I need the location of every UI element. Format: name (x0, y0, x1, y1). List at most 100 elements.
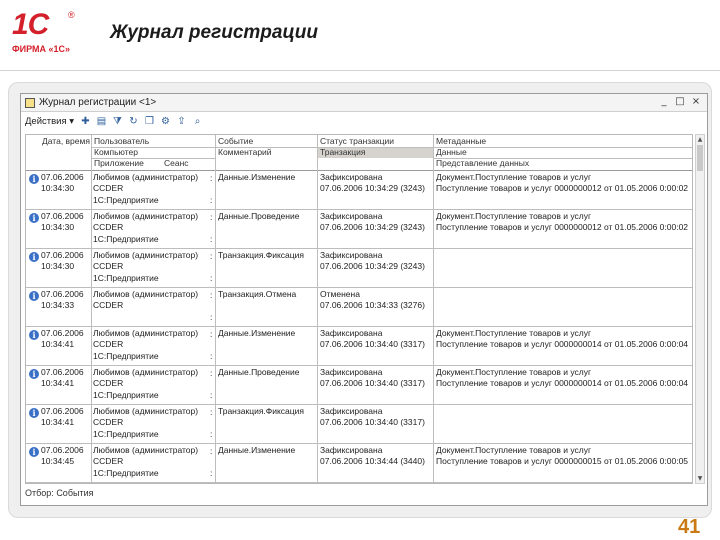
cell-event: Данные.Изменение (218, 172, 296, 182)
cell-transaction: 07.06.2006 10:34:29 (3243) (320, 222, 425, 232)
cell-user: Любимов (администратор) (93, 250, 199, 260)
table-row[interactable]: i 07.06.2006 10:34:41 Любимов (администрато… (26, 405, 692, 444)
cell-computer: CCDER (93, 417, 124, 427)
scroll-thumb[interactable] (697, 145, 703, 171)
col-session[interactable]: Сеанс (162, 158, 216, 169)
cell-time: 10:34:30 (41, 222, 75, 232)
table-row[interactable]: i 07.06.2006 10:34:41 Любимов (администрато… (26, 327, 692, 366)
cell-application: 1С:Предприятие (93, 468, 159, 478)
registered-mark: ® (68, 10, 75, 20)
cell-event: Транзакция.Фиксация (218, 406, 305, 416)
table-row[interactable]: i 07.06.2006 10:34:30 Любимов (администрато… (26, 249, 692, 288)
cell-application: 1С:Предприятие (93, 195, 159, 205)
colon-marker: : (210, 290, 213, 300)
info-icon: i (29, 174, 39, 184)
cell-date: 07.06.2006 (41, 367, 84, 377)
cell-tx-status: Зафиксирована (320, 445, 383, 455)
cell-computer: CCDER (93, 456, 124, 466)
colon-marker: : (210, 407, 213, 417)
cell-event: Данные.Проведение (218, 367, 300, 377)
open-icon[interactable]: ▤ (95, 115, 108, 128)
cell-computer: CCDER (93, 339, 124, 349)
colon-marker: : (210, 251, 213, 261)
cell-transaction: 07.06.2006 10:34:29 (3243) (320, 183, 425, 193)
vertical-scrollbar[interactable]: ▲ ▼ (695, 134, 705, 484)
find-icon[interactable]: ⌕ (191, 115, 204, 128)
logo-mark: 1С (12, 8, 49, 41)
cell-time: 10:34:33 (41, 300, 75, 310)
add-icon[interactable]: ✚ (79, 115, 92, 128)
colon-marker: : (210, 234, 213, 244)
col-comment[interactable]: Комментарий (216, 147, 318, 158)
filter-icon[interactable]: ⧩ (111, 115, 124, 128)
cell-event: Транзакция.Фиксация (218, 250, 305, 260)
minimize-icon[interactable]: _ (657, 95, 671, 109)
cell-event: Транзакция.Отмена (218, 289, 297, 299)
cell-date: 07.06.2006 (41, 172, 84, 182)
table-row[interactable]: i 07.06.2006 10:34:33 Любимов (администрато… (26, 288, 692, 327)
colon-marker: : (210, 368, 213, 378)
colon-marker: : (210, 312, 213, 322)
cell-time: 10:34:41 (41, 378, 75, 388)
cell-transaction: 07.06.2006 10:34:44 (3440) (320, 456, 425, 466)
window-titlebar[interactable]: Журнал регистрации <1> _ □ × (21, 94, 707, 112)
cell-transaction: 07.06.2006 10:34:40 (3317) (320, 378, 425, 388)
header-divider (434, 158, 692, 159)
header-divider (92, 147, 216, 148)
cell-data-repr: Поступление товаров и услуг 0000000014 о… (436, 339, 689, 349)
cell-event: Данные.Изменение (218, 328, 296, 338)
filter-status: Отбор: События (25, 488, 93, 498)
journal-icon (25, 98, 35, 108)
col-metadata[interactable]: Метаданные (434, 136, 692, 147)
table-row[interactable]: i 07.06.2006 10:34:45 Любимов (администрато… (26, 444, 692, 483)
window-title: Журнал регистрации <1> (39, 97, 157, 108)
col-transaction[interactable]: Транзакция (318, 147, 434, 158)
col-date[interactable]: Дата, время (40, 136, 92, 147)
col-data-repr[interactable]: Представление данных (434, 158, 692, 169)
cell-date: 07.06.2006 (41, 211, 84, 221)
toolbar: Действия ▾ ✚ ▤ ⧩ ↻ ❐ ⚙ ⇪ ⌕ (21, 112, 707, 132)
col-user[interactable]: Пользователь (92, 136, 216, 147)
cell-event: Данные.Проведение (218, 211, 300, 221)
cell-computer: CCDER (93, 261, 124, 271)
header-divider (0, 70, 720, 71)
info-icon: i (29, 291, 39, 301)
col-event[interactable]: Событие (216, 136, 318, 147)
refresh-icon[interactable]: ↻ (127, 115, 140, 128)
cell-metadata: Документ.Поступление товаров и услуг (436, 328, 592, 338)
cell-tx-status: Зафиксирована (320, 367, 383, 377)
scroll-up-icon[interactable]: ▲ (696, 135, 704, 144)
column-divider (91, 135, 92, 483)
col-application[interactable]: Приложение (92, 158, 162, 169)
cell-computer: CCDER (93, 183, 124, 193)
colon-marker: : (210, 351, 213, 361)
col-computer[interactable]: Компьютер (92, 147, 216, 158)
cell-tx-status: Зафиксирована (320, 250, 383, 260)
cell-application: 1С:Предприятие (93, 429, 159, 439)
copy-icon[interactable]: ❐ (143, 115, 156, 128)
close-icon[interactable]: × (689, 95, 703, 109)
cell-time: 10:34:45 (41, 456, 75, 466)
cell-transaction: 07.06.2006 10:34:40 (3317) (320, 339, 425, 349)
table-row[interactable]: i 07.06.2006 10:34:41 Любимов (администрато… (26, 366, 692, 405)
table-row[interactable]: i 07.06.2006 10:34:30 Любимов (администрато… (26, 210, 692, 249)
col-tx-status[interactable]: Статус транзакции (318, 136, 434, 147)
settings-icon[interactable]: ⚙ (159, 115, 172, 128)
cell-computer: CCDER (93, 300, 124, 310)
cell-user: Любимов (администратор) (93, 445, 199, 455)
table-header: Дата, время Пользователь Компьютер Прило… (26, 135, 692, 171)
column-divider (215, 135, 216, 483)
filter-value[interactable]: События (56, 488, 93, 498)
scroll-down-icon[interactable]: ▼ (696, 474, 704, 483)
logo-caption: ФИРМА «1С» (12, 44, 71, 54)
actions-menu-button[interactable]: Действия ▾ (25, 116, 74, 127)
cell-data-repr: Поступление товаров и услуг 0000000015 о… (436, 456, 689, 466)
maximize-icon[interactable]: □ (673, 95, 687, 109)
cell-data-repr: Поступление товаров и услуг 0000000012 о… (436, 222, 689, 232)
cell-date: 07.06.2006 (41, 289, 84, 299)
table-row[interactable]: i 07.06.2006 10:34:30 Любимов (администрато… (26, 171, 692, 210)
export-icon[interactable]: ⇪ (175, 115, 188, 128)
cell-date: 07.06.2006 (41, 328, 84, 338)
info-icon: i (29, 447, 39, 457)
col-data[interactable]: Данные (434, 147, 692, 158)
